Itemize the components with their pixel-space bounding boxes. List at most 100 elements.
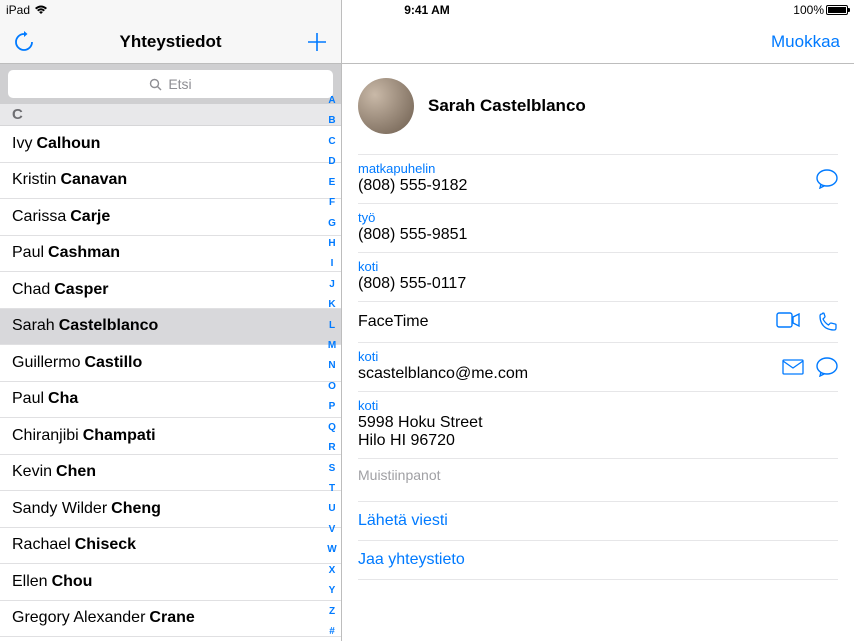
index-letter[interactable]: B	[328, 114, 335, 128]
contact-header: Sarah Castelblanco	[358, 78, 838, 154]
contact-last: Castelblanco	[59, 317, 159, 335]
contact-row[interactable]: IvyCalhoun	[0, 126, 341, 163]
index-letter[interactable]: V	[329, 523, 336, 537]
contact-first: Chad	[12, 281, 50, 299]
contact-last: Carje	[70, 208, 110, 226]
refresh-button[interactable]	[10, 28, 38, 56]
phone-field[interactable]: matkapuhelin(808) 555-9182	[358, 154, 838, 204]
email-field[interactable]: koti scastelblanco@me.com	[358, 343, 838, 392]
address-line1: 5998 Hoku Street	[358, 414, 838, 432]
index-letter[interactable]: G	[328, 217, 336, 231]
contact-row[interactable]: ChadCasper	[0, 272, 341, 309]
index-letter[interactable]: D	[328, 155, 335, 169]
search-input[interactable]: Etsi	[8, 70, 333, 98]
contact-last: Crane	[149, 609, 194, 627]
index-letter[interactable]: T	[329, 482, 335, 496]
index-letter[interactable]: U	[328, 502, 335, 516]
index-letter[interactable]: #	[329, 625, 335, 639]
address-label: koti	[358, 398, 838, 413]
search-bar: Etsi	[0, 64, 341, 104]
phone-field[interactable]: koti(808) 555-0117	[358, 253, 838, 302]
contact-last: Cheng	[111, 500, 161, 518]
contact-detail: Sarah Castelblanco matkapuhelin(808) 555…	[342, 64, 854, 641]
message-icon[interactable]	[816, 357, 838, 377]
index-letter[interactable]: Q	[328, 421, 336, 435]
index-letter[interactable]: N	[328, 359, 335, 373]
contact-row[interactable]: Gregory AlexanderCrane	[0, 601, 341, 638]
index-letter[interactable]: E	[329, 176, 336, 190]
contact-first: Kevin	[12, 463, 52, 481]
facetime-audio-icon[interactable]	[818, 312, 838, 332]
share-contact-button[interactable]: Jaa yhteystieto	[358, 541, 838, 580]
contact-row[interactable]: RachaelChiseck	[0, 528, 341, 565]
email-icon[interactable]	[782, 359, 804, 375]
edit-button[interactable]: Muokkaa	[771, 32, 840, 52]
index-letter[interactable]: P	[329, 400, 336, 414]
index-letter[interactable]: F	[329, 196, 335, 210]
index-letter[interactable]: Z	[329, 605, 335, 619]
contact-row[interactable]: SarahCastelblanco	[0, 309, 341, 346]
nav-title: Yhteystiedot	[38, 32, 303, 52]
phone-value: (808) 555-0117	[358, 275, 838, 293]
address-field[interactable]: koti 5998 Hoku Street Hilo HI 96720	[358, 392, 838, 459]
contact-row[interactable]: EllenChou	[0, 564, 341, 601]
index-letter[interactable]: C	[328, 135, 335, 149]
search-icon	[149, 78, 162, 91]
contact-list: C IvyCalhounKristinCanavanCarissaCarjePa…	[0, 104, 341, 641]
contact-first: Ivy	[12, 135, 32, 153]
contact-row[interactable]: ChiranjibiChampati	[0, 418, 341, 455]
facetime-video-icon[interactable]	[776, 312, 800, 332]
status-bar-right: 9:41 AM 100%	[342, 0, 854, 20]
contact-first: Sandy Wilder	[12, 500, 107, 518]
index-letter[interactable]: X	[329, 564, 336, 578]
contact-first: Kristin	[12, 171, 56, 189]
index-letter[interactable]: R	[328, 441, 335, 455]
phone-field[interactable]: työ(808) 555-9851	[358, 204, 838, 253]
index-letter[interactable]: Y	[329, 584, 336, 598]
nav-bar-right: Muokkaa	[342, 20, 854, 64]
facetime-row[interactable]: FaceTime	[358, 302, 838, 343]
contact-row[interactable]: Sandy WilderCheng	[0, 491, 341, 528]
contact-row[interactable]: KevinChen	[0, 455, 341, 492]
index-letter[interactable]: M	[328, 339, 336, 353]
search-placeholder: Etsi	[168, 76, 191, 92]
add-contact-button[interactable]	[303, 28, 331, 56]
notes-label: Muistiinpanot	[358, 459, 838, 501]
contact-last: Casper	[54, 281, 108, 299]
contact-row[interactable]: BenCunningham	[0, 637, 341, 641]
contact-first: Guillermo	[12, 354, 80, 372]
contact-last: Calhoun	[36, 135, 100, 153]
index-letter[interactable]: H	[328, 237, 335, 251]
contact-row[interactable]: PaulCha	[0, 382, 341, 419]
address-line2: Hilo HI 96720	[358, 432, 838, 450]
alpha-index[interactable]: ABCDEFGHIJKLMNOPQRSTUVWXYZ #	[325, 94, 339, 639]
section-header: C	[0, 104, 341, 126]
contact-first: Ellen	[12, 573, 48, 591]
email-value: scastelblanco@me.com	[358, 365, 838, 383]
index-letter[interactable]: W	[327, 543, 336, 557]
device-label: iPad	[6, 3, 30, 17]
status-bar-left: iPad	[0, 0, 341, 20]
contacts-pane: iPad Yhteystiedot Etsi C IvyCalh	[0, 0, 342, 641]
detail-pane: 9:41 AM 100% Muokkaa Sarah Castelblanco …	[342, 0, 854, 641]
index-letter[interactable]: I	[331, 257, 334, 271]
index-letter[interactable]: O	[328, 380, 336, 394]
contact-last: Cha	[48, 390, 78, 408]
message-icon[interactable]	[816, 169, 838, 189]
index-letter[interactable]: S	[329, 462, 336, 476]
contact-row[interactable]: PaulCashman	[0, 236, 341, 273]
contact-name: Sarah Castelblanco	[428, 96, 586, 116]
send-message-button[interactable]: Lähetä viesti	[358, 501, 838, 541]
contact-last: Cashman	[48, 244, 120, 262]
battery-pct: 100%	[793, 3, 824, 17]
index-letter[interactable]: L	[329, 319, 335, 333]
contact-row[interactable]: KristinCanavan	[0, 163, 341, 200]
contact-first: Gregory Alexander	[12, 609, 145, 627]
contact-row[interactable]: GuillermoCastillo	[0, 345, 341, 382]
contact-row[interactable]: CarissaCarje	[0, 199, 341, 236]
index-letter[interactable]: J	[329, 278, 335, 292]
index-letter[interactable]: A	[328, 94, 335, 108]
contact-first: Chiranjibi	[12, 427, 79, 445]
index-letter[interactable]: K	[328, 298, 335, 312]
email-label: koti	[358, 349, 838, 364]
